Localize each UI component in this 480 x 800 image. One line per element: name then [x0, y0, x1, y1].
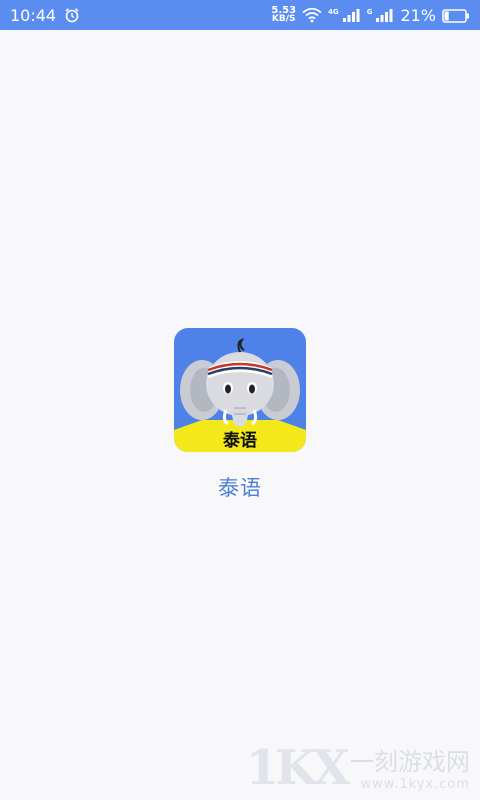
watermark-main: 一刻游戏网 [350, 748, 470, 776]
app-icon: 泰语 [174, 328, 306, 452]
signal-icon-2 [374, 7, 394, 23]
watermark: 1KX 一刻游戏网 www.1kyx.com [246, 744, 470, 792]
network-speed-unit: KB/S [271, 14, 296, 24]
app-icon-label: 泰语 [223, 430, 257, 451]
alarm-icon [64, 7, 80, 23]
status-left: 10:44 [10, 6, 80, 25]
wifi-icon [302, 7, 322, 23]
watermark-url: www.1kyx.com [360, 777, 470, 792]
network-type-4g: 4G [328, 7, 339, 16]
status-right: 5.53 KB/S 4G G 21% [271, 6, 470, 25]
status-bar: 10:44 5.53 KB/S 4G G 21% [0, 0, 480, 30]
battery-percent: 21% [400, 5, 436, 25]
splash-screen: 泰语 泰语 1KX 一刻游戏网 www.1kyx.com [0, 30, 480, 800]
network-type-g: G [366, 7, 373, 16]
watermark-logo: 1KX [245, 740, 350, 796]
battery-icon [442, 8, 470, 23]
app-name: 泰语 [218, 476, 262, 500]
network-speed: 5.53 KB/S [271, 6, 296, 24]
signal-icon [341, 7, 361, 23]
status-time: 10:44 [10, 5, 57, 25]
watermark-text: 一刻游戏网 www.1kyx.com [350, 747, 470, 792]
